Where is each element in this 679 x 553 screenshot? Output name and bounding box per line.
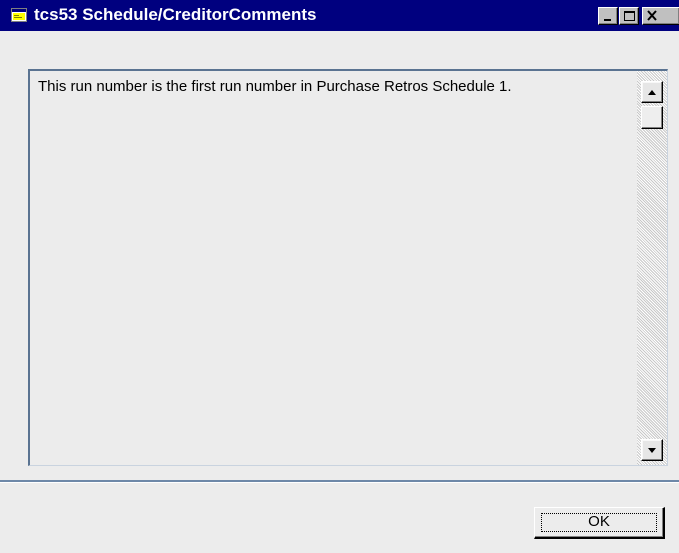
close-icon: [647, 10, 657, 21]
scrollbar-track[interactable]: [637, 71, 667, 465]
maximize-button[interactable]: [619, 7, 639, 25]
title-bar[interactable]: tcs53 Schedule/CreditorComments: [0, 0, 679, 31]
footer-divider: [0, 480, 679, 483]
vertical-scrollbar[interactable]: [637, 71, 667, 465]
window-title: tcs53 Schedule/CreditorComments: [34, 5, 317, 24]
ok-button-label: OK: [588, 513, 610, 530]
arrow-down-icon: [648, 448, 656, 453]
scroll-up-button[interactable]: [641, 81, 663, 103]
scroll-down-button[interactable]: [641, 439, 663, 461]
comment-textarea[interactable]: This run number is the first run number …: [28, 69, 668, 466]
arrow-up-icon: [648, 90, 656, 95]
minimize-icon: [604, 19, 611, 21]
comment-text: This run number is the first run number …: [38, 78, 512, 95]
ok-button[interactable]: OK: [534, 507, 665, 539]
minimize-button[interactable]: [598, 7, 618, 25]
close-button[interactable]: [642, 7, 679, 25]
dialog-window: tcs53 Schedule/CreditorComments This run…: [0, 0, 679, 553]
scrollbar-thumb[interactable]: [641, 106, 663, 129]
maximize-icon: [624, 11, 635, 21]
app-window-icon[interactable]: [11, 7, 27, 23]
